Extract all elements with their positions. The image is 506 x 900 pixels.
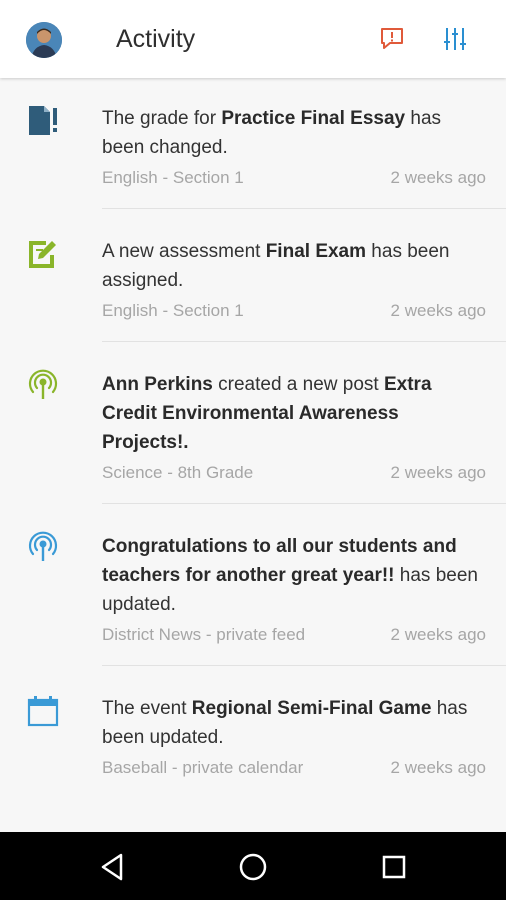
feedback-icon [381, 28, 403, 49]
grade-document-icon [26, 104, 60, 138]
activity-context: District News - private feed [102, 625, 306, 644]
page-title: Activity [116, 25, 196, 53]
system-navigation-bar [0, 832, 506, 900]
filter-button[interactable] [440, 24, 470, 54]
activity-text: Congratulations to all our students and … [102, 536, 478, 615]
recents-square-icon [382, 855, 406, 879]
activity-text: The event Regional Semi-Final Game has b… [102, 698, 468, 748]
activity-context: Science - 8th Grade [102, 463, 254, 482]
activity-context: English - Section 1 [102, 168, 244, 187]
back-triangle-icon [101, 853, 123, 881]
calendar-icon [26, 694, 60, 728]
activity-context: English - Section 1 [102, 301, 244, 320]
activity-context: Baseball - private calendar [102, 758, 304, 777]
filter-sliders-icon [444, 28, 466, 50]
activity-time: 2 weeks ago [390, 168, 486, 187]
home-circle-icon [239, 853, 267, 881]
broadcast-icon [26, 368, 60, 402]
activity-text: A new assessment Final Exam has been ass… [102, 241, 450, 291]
activity-feed: The grade for Practice Final Essay has b… [0, 80, 506, 832]
activity-item[interactable]: Ann Perkins created a new post Extra Cre… [0, 342, 506, 504]
activity-time: 2 weeks ago [390, 625, 486, 644]
back-button[interactable] [97, 850, 131, 884]
avatar[interactable] [26, 22, 62, 58]
activity-item[interactable]: Congratulations to all our students and … [0, 504, 506, 666]
activity-text: The grade for Practice Final Essay has b… [102, 108, 442, 158]
activity-item[interactable]: The grade for Practice Final Essay has b… [0, 80, 506, 209]
assignment-edit-icon [26, 237, 60, 271]
activity-text: Ann Perkins created a new post Extra Cre… [102, 374, 432, 453]
activity-item[interactable]: A new assessment Final Exam has been ass… [0, 209, 506, 342]
activity-time: 2 weeks ago [390, 301, 486, 320]
feedback-button[interactable] [377, 24, 407, 54]
app-bar: Activity [0, 0, 506, 78]
broadcast-icon [26, 530, 60, 564]
activity-item[interactable]: The event Regional Semi-Final Game has b… [0, 666, 506, 780]
activity-time: 2 weeks ago [390, 463, 486, 482]
home-button[interactable] [236, 850, 270, 884]
activity-time: 2 weeks ago [390, 758, 486, 777]
recents-button[interactable] [377, 850, 411, 884]
